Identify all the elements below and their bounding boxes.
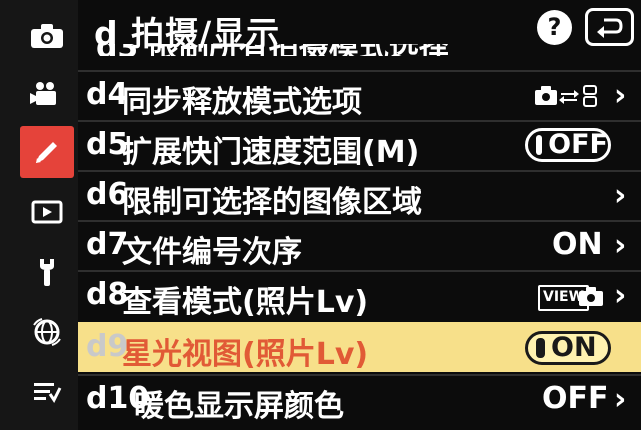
scrolled-row-peek: d3 限制所有拍摄模式选择	[78, 44, 641, 56]
menu-row-d6[interactable]: d6 限制可选择的图像区域 ›	[78, 170, 641, 220]
menu-row-d5[interactable]: d5 扩展快门速度范围(M) OFF	[78, 120, 641, 170]
custom-settings-screen: d 拍摄/显示 ? d3 限制所有拍摄模式选择 d4 同步释放模式选项 ›	[0, 0, 641, 430]
toggle-knob	[536, 338, 545, 358]
back-button[interactable]	[585, 8, 634, 46]
row-label: 星光视图(照片Lv)	[122, 337, 369, 372]
playback-menu-tab[interactable]	[20, 186, 74, 238]
menu-row-d10[interactable]: d10 暖色显示屏颜色 OFF ›	[78, 374, 641, 424]
row-value: OFF	[542, 381, 609, 416]
toggle-knob	[536, 135, 543, 155]
camera-sync-icon	[535, 85, 597, 107]
movie-shooting-menu-tab[interactable]	[20, 68, 74, 120]
menu-tab-rail	[0, 0, 78, 430]
menu-row-d9[interactable]: d9 星光视图(照片Lv) ON	[78, 322, 641, 372]
toggle-text: OFF	[548, 129, 608, 160]
row-value: ON	[552, 227, 603, 262]
my-menu-icon	[34, 383, 62, 403]
photo-shooting-menu-tab[interactable]	[20, 10, 74, 62]
network-menu-icon	[33, 318, 61, 346]
row-label: 暖色显示屏颜色	[134, 389, 344, 424]
row-label: 限制可选择的图像区域	[122, 185, 422, 220]
setup-menu-tab[interactable]	[20, 246, 74, 298]
toggle-switch[interactable]: OFF	[525, 128, 611, 162]
playback-menu-icon	[31, 200, 63, 224]
row-label: 查看模式(照片Lv)	[122, 285, 369, 320]
network-menu-tab[interactable]	[20, 306, 74, 358]
camera-icon	[579, 287, 603, 306]
chevron-right-icon: ›	[614, 78, 627, 113]
row-label: 扩展快门速度范围(M)	[122, 135, 420, 170]
setup-menu-icon	[40, 259, 54, 286]
toggle-text: ON	[551, 332, 597, 363]
scrolled-row-text: d3 限制所有拍摄模式选择	[96, 44, 449, 56]
chevron-right-icon: ›	[614, 228, 627, 263]
menu-row-d7[interactable]: d7 文件编号次序 ON ›	[78, 220, 641, 270]
row-label: 同步释放模式选项	[122, 85, 362, 120]
movie-shooting-menu-icon	[30, 82, 56, 105]
menu-row-d4[interactable]: d4 同步释放模式选项 ›	[78, 70, 641, 120]
custom-settings-menu-tab[interactable]	[20, 126, 74, 178]
chevron-right-icon: ›	[614, 178, 627, 213]
chevron-right-icon: ›	[614, 382, 627, 417]
chevron-right-icon: ›	[614, 278, 627, 313]
return-arrow-icon	[596, 18, 623, 38]
help-button[interactable]: ?	[537, 10, 572, 45]
row-label: 文件编号次序	[122, 235, 302, 270]
toggle-switch[interactable]: ON	[525, 331, 611, 365]
menu-row-d8[interactable]: d8 查看模式(照片Lv) VIEW ›	[78, 270, 641, 320]
custom-settings-menu-icon	[36, 142, 57, 163]
photo-shooting-menu-icon	[31, 24, 63, 48]
my-menu-tab[interactable]	[20, 366, 74, 418]
